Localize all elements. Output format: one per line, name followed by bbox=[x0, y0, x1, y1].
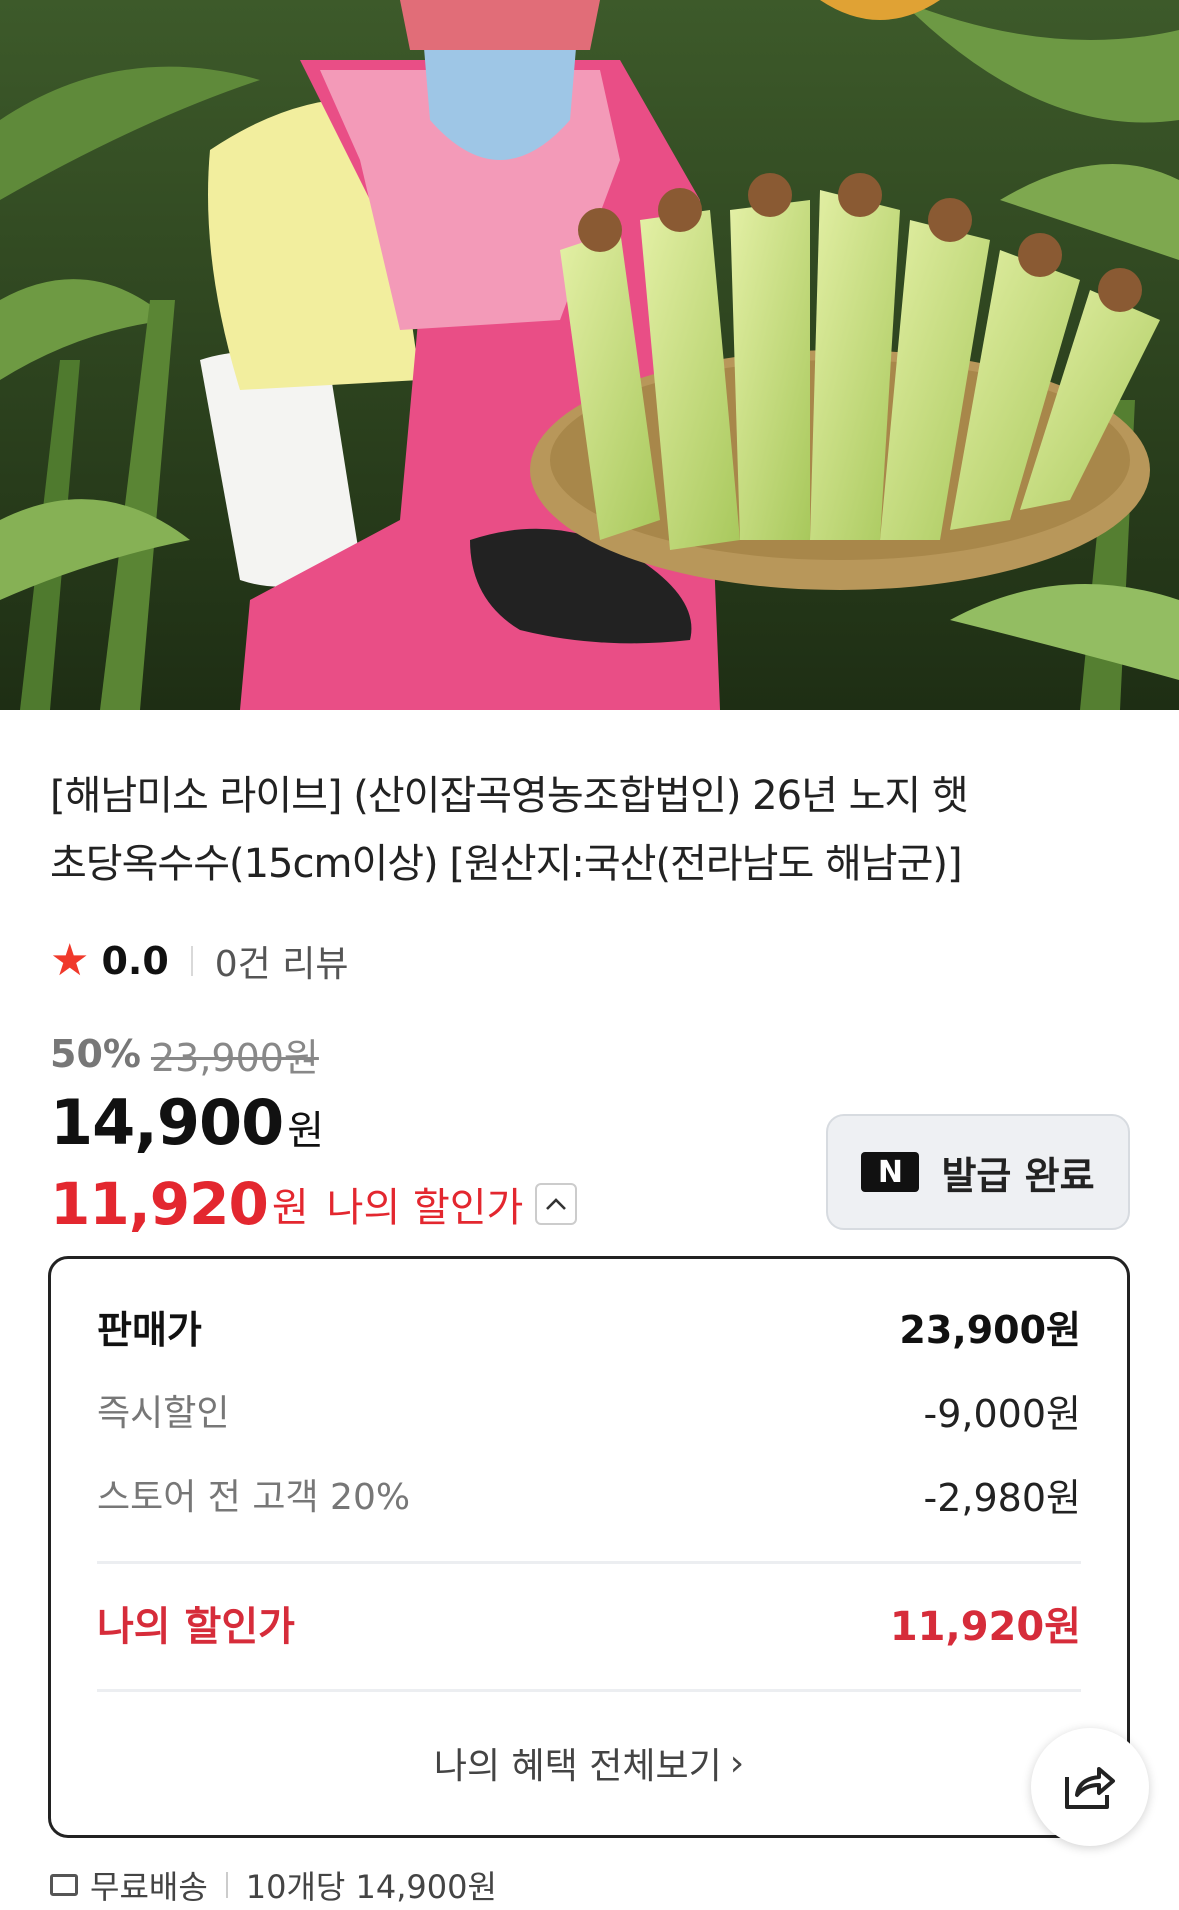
original-price-row: 50% 23,900원 bbox=[50, 1026, 319, 1082]
rating-row[interactable]: ★ 0.0 0건 리뷰 bbox=[50, 936, 349, 986]
divider bbox=[97, 1689, 1081, 1692]
box-icon bbox=[50, 1874, 78, 1896]
breakdown-row-total: 나의 할인가 11,920원 bbox=[97, 1593, 1081, 1653]
shipping-label: 무료배송 bbox=[90, 1868, 208, 1906]
view-all-benefits-label: 나의 혜택 전체보기 bbox=[433, 1746, 722, 1787]
view-all-benefits-link[interactable]: 나의 혜택 전체보기 › bbox=[51, 1733, 1127, 1793]
my-discount-price-row: 11,920 원 나의 할인가 bbox=[50, 1164, 578, 1244]
breakdown-row-store-discount: 스토어 전 고객 20% -2,980원 bbox=[97, 1469, 1081, 1520]
breakdown-label: 즉시할인 bbox=[97, 1393, 230, 1434]
divider bbox=[190, 946, 193, 976]
total-value: 11,920원 bbox=[889, 1604, 1081, 1650]
breakdown-row-instant-discount: 즉시할인 -9,000원 bbox=[97, 1385, 1081, 1436]
discount-percent: 50% bbox=[50, 1032, 141, 1076]
product-title: [해남미소 라이브] (산이잡곡영농조합법인) 26년 노지 햇 초당옥수수(1… bbox=[50, 762, 1130, 898]
collapse-button[interactable] bbox=[535, 1183, 578, 1225]
breakdown-value: 23,900원 bbox=[899, 1307, 1081, 1352]
divider bbox=[97, 1561, 1081, 1564]
chevron-right-icon: › bbox=[729, 1742, 745, 1784]
coupon-label: 발급 완료 bbox=[941, 1153, 1095, 1198]
coupon-issued-button[interactable]: N 발급 완료 bbox=[826, 1114, 1130, 1230]
sale-price-unit: 원 bbox=[287, 1108, 325, 1154]
original-price: 23,900원 bbox=[150, 1035, 319, 1080]
my-price-unit: 원 bbox=[271, 1185, 309, 1231]
share-icon bbox=[1065, 1767, 1115, 1809]
shipping-unit-price: 10개당 14,900원 bbox=[245, 1868, 497, 1906]
divider bbox=[225, 1872, 228, 1898]
review-count-link[interactable]: 0건 리뷰 bbox=[215, 935, 349, 987]
sale-price: 14,900 원 bbox=[50, 1086, 324, 1166]
rating-score: 0.0 bbox=[101, 939, 169, 983]
price-breakdown-box: 판매가 23,900원 즉시할인 -9,000원 스토어 전 고객 20% -2… bbox=[48, 1256, 1130, 1838]
breakdown-label: 스토어 전 고객 20% bbox=[97, 1477, 411, 1518]
chevron-up-icon bbox=[546, 1198, 567, 1210]
sale-price-number: 14,900 bbox=[50, 1086, 284, 1159]
share-button[interactable] bbox=[1031, 1728, 1149, 1846]
naver-n-icon: N bbox=[861, 1152, 920, 1192]
my-price-label: 나의 할인가 bbox=[326, 1185, 524, 1231]
breakdown-row-sale-price: 판매가 23,900원 bbox=[97, 1299, 1081, 1353]
product-title-line-1: [해남미소 라이브] (산이잡곡영농조합법인) 26년 노지 햇 bbox=[50, 773, 969, 819]
star-icon: ★ bbox=[50, 935, 90, 986]
my-price-number: 11,920 bbox=[50, 1170, 269, 1238]
product-image[interactable] bbox=[0, 0, 1179, 710]
total-label: 나의 할인가 bbox=[97, 1604, 295, 1650]
breakdown-value: -9,000원 bbox=[923, 1391, 1081, 1436]
breakdown-label: 판매가 bbox=[97, 1307, 202, 1352]
breakdown-value: -2,980원 bbox=[923, 1475, 1081, 1520]
product-title-line-2: 초당옥수수(15cm이상) [원산지:국산(전라남도 해남군)] bbox=[50, 841, 963, 887]
shipping-row: 무료배송 10개당 14,900원 bbox=[50, 1860, 497, 1910]
